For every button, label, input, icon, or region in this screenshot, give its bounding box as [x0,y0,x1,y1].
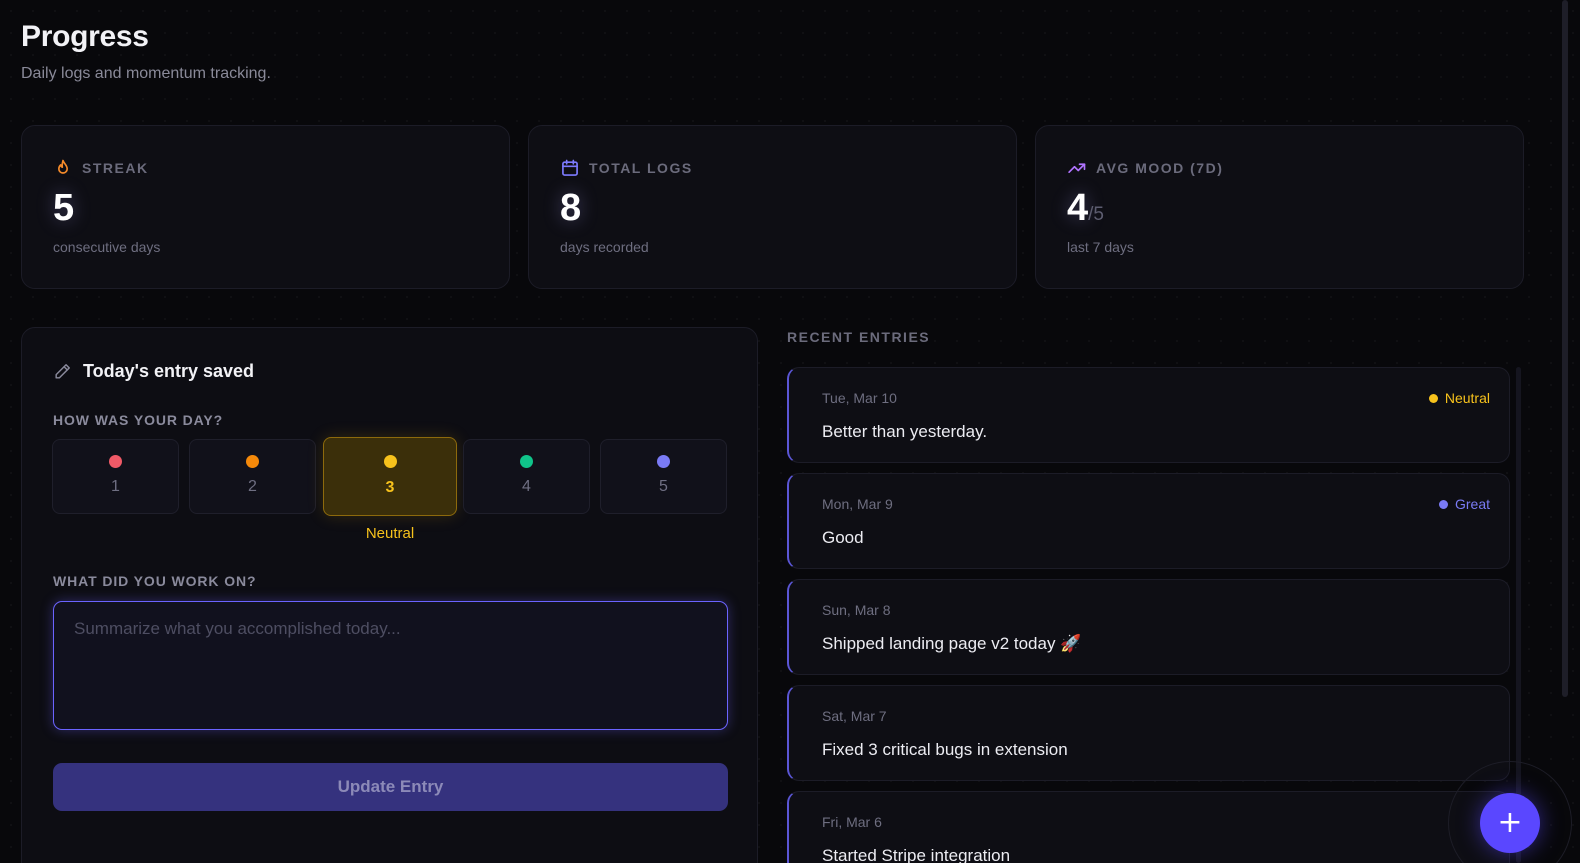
mood-dot [1438,499,1448,509]
mood-dot [520,455,533,468]
work-question: WHAT DID YOU WORK ON? [53,573,257,589]
mood-dot [383,455,397,468]
selected-mood-caption: Neutral [365,525,415,542]
mood-dot [1428,393,1438,403]
stat-value: 5 [53,187,75,229]
stat-value: 4/5 [1067,187,1104,229]
list-item[interactable]: Fri, Mar 6 Started Stripe integration [787,791,1510,863]
recent-entries-list[interactable]: Tue, Mar 10 Neutral Better than yesterda… [787,367,1512,863]
list-item[interactable]: Sat, Mar 7 Fixed 3 critical bugs in exte… [787,685,1510,781]
list-item[interactable]: Sun, Mar 8 Shipped landing page v2 today… [787,579,1510,675]
entry-text: Started Stripe integration [822,846,1011,863]
entry-panel: Today's entry saved HOW WAS YOUR DAY? 1 … [21,327,758,863]
add-entry-button[interactable]: + [1480,793,1540,853]
flame-icon [58,159,68,174]
entry-date: Tue, Mar 10 [822,390,897,406]
entry-date: Sat, Mar 7 [822,708,887,724]
mood-option-5[interactable]: 5 [600,439,727,514]
entry-date: Mon, Mar 9 [822,496,893,512]
entry-text: Shipped landing page v2 today 🚀 [822,634,1082,653]
entry-mood-badge: Neutral [1428,390,1490,406]
trending-up-icon [1068,163,1086,173]
recent-entries-label: RECENT ENTRIES [787,329,931,345]
stat-label-text: TOTAL LOGS [589,160,693,176]
update-entry-button[interactable]: Update Entry [53,763,728,811]
page-subtitle: Daily logs and momentum tracking. [21,65,271,82]
list-item[interactable]: Tue, Mar 10 Neutral Better than yesterda… [787,367,1510,463]
work-summary-input[interactable] [53,601,728,730]
stat-sub: last 7 days [1067,239,1134,255]
page-title: Progress [21,20,149,53]
entry-date: Sun, Mar 8 [822,602,891,618]
stat-value: 8 [560,187,582,229]
mood-dot [109,455,122,468]
mood-option-1[interactable]: 1 [52,439,179,514]
entry-text: Fixed 3 critical bugs in extension [822,740,1068,759]
page-scrollbar[interactable] [1562,0,1568,697]
mood-dot [657,455,670,468]
entry-date: Fri, Mar 6 [822,814,882,830]
list-item[interactable]: Mon, Mar 9 Great Good [787,473,1510,569]
stat-card-total-logs: TOTAL LOGS 8 days recorded [528,125,1017,289]
stat-card-streak: STREAK 5 consecutive days [21,125,510,289]
stat-label-text: STREAK [82,160,149,176]
calendar-icon [562,159,578,176]
mood-option-4[interactable]: 4 [463,439,590,514]
stat-card-avg-mood: AVG MOOD (7D) 4/5 last 7 days [1035,125,1524,289]
entry-text: Good [822,528,864,547]
mood-question: HOW WAS YOUR DAY? [53,412,224,428]
entry-mood-badge: Great [1438,496,1490,512]
pencil-icon [55,364,70,379]
panel-title: Today's entry saved [83,361,255,381]
mood-option-2[interactable]: 2 [189,439,316,514]
mood-dot [246,455,259,468]
plus-icon: + [1497,805,1523,840]
mood-option-3[interactable]: 3 [323,437,457,516]
stat-sub: consecutive days [53,239,161,255]
stat-sub: days recorded [560,239,649,255]
stat-label-text: AVG MOOD (7D) [1096,160,1224,176]
entry-text: Better than yesterday. [822,422,988,441]
